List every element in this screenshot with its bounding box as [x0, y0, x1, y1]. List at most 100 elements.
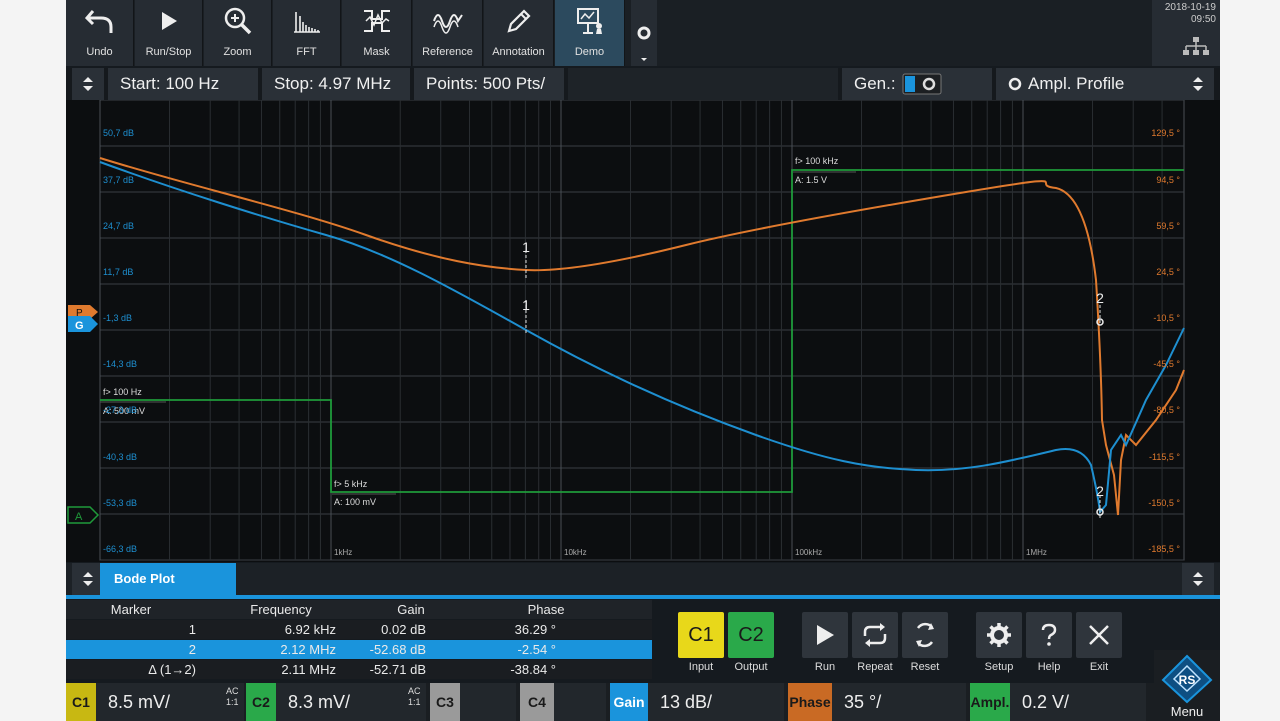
- close-icon: [1089, 625, 1109, 645]
- fft-icon: [293, 12, 320, 33]
- demo-button[interactable]: Demo: [555, 0, 625, 66]
- stop-frequency-field[interactable]: Stop: 4.97 MHz: [262, 68, 410, 100]
- settings-scroll-left[interactable]: [72, 68, 104, 100]
- bode-title-bar: Bode Plot: [66, 563, 1220, 595]
- gain-tag[interactable]: Gain: [610, 683, 648, 721]
- generator-toggle[interactable]: Gen.:: [842, 68, 992, 100]
- ampl-tag-text: A: [75, 511, 83, 523]
- updown-arrows-icon: [1193, 77, 1203, 91]
- cell-marker: 2: [188, 642, 196, 657]
- output-channel-button[interactable]: C2: [728, 612, 774, 658]
- c2-ratio: 1:1: [408, 697, 421, 707]
- gain-offset-tag[interactable]: G: [68, 316, 98, 332]
- amplitude-offset-tag[interactable]: A: [67, 506, 100, 524]
- repeat-button[interactable]: [852, 612, 898, 658]
- marker-2-gain-label: 2: [1096, 483, 1104, 499]
- zoom-button[interactable]: Zoom: [204, 0, 272, 66]
- c1-tag[interactable]: C1: [66, 683, 96, 721]
- clock-area: 2018-10-19 09:50: [1152, 0, 1220, 66]
- run-stop-button[interactable]: Run/Stop: [135, 0, 203, 66]
- undo-button[interactable]: Undo: [66, 0, 134, 66]
- gain-tick-label: 50,7 dB: [103, 128, 134, 138]
- ampl-scale[interactable]: 0.2 V/: [1010, 683, 1146, 721]
- cell-frequency: 6.92 kHz: [284, 622, 336, 637]
- mask-icon: [363, 10, 390, 32]
- radio-icon: [1008, 77, 1022, 91]
- reset-button[interactable]: [902, 612, 948, 658]
- demo-label: Demo: [574, 46, 605, 58]
- more-icon: [637, 26, 651, 61]
- c1-ac: AC: [226, 686, 239, 696]
- profile-label-1-f: f> 100 Hz: [103, 387, 142, 397]
- bode-plot-tab[interactable]: Bode Plot: [100, 563, 236, 595]
- c2-tag[interactable]: C2: [246, 683, 276, 721]
- run-stop-label: Run/Stop: [145, 46, 192, 58]
- c1-scale[interactable]: 8.5 mV/: [96, 683, 244, 721]
- run-button[interactable]: [802, 612, 848, 658]
- points-field[interactable]: Points: 500 Pts/: [414, 68, 564, 100]
- fft-label: FFT: [296, 46, 317, 58]
- reference-label: Reference: [422, 46, 473, 58]
- marker-2-phase-label: 2: [1096, 290, 1104, 306]
- phase-scale[interactable]: 35 °/: [832, 683, 966, 721]
- gain-tick-label: -40,3 dB: [103, 452, 137, 462]
- date-text: 2018-10-19: [1164, 2, 1216, 13]
- table-row[interactable]: Δ (1→2) 2.11 MHz -52.71 dB -38.84 °: [66, 660, 652, 679]
- table-row[interactable]: 1 6.92 kHz 0.02 dB 36.29 °: [66, 620, 652, 639]
- gain-tick-label: 24,7 dB: [103, 221, 134, 231]
- undo-icon: [84, 10, 112, 33]
- c4-tag[interactable]: C4: [520, 683, 554, 721]
- c3-tag[interactable]: C3: [430, 683, 460, 721]
- cell-phase: -2.54 °: [517, 642, 556, 657]
- phase-tick-label: 94,5 °: [1156, 175, 1180, 185]
- repeat-icon: [863, 623, 887, 647]
- ampl-tag[interactable]: Ampl.: [970, 683, 1010, 721]
- gain-scale[interactable]: 13 dB/: [648, 683, 784, 721]
- gain-tag-text: G: [75, 320, 84, 332]
- mask-button[interactable]: Mask: [342, 0, 412, 66]
- c4-scale[interactable]: [554, 683, 606, 721]
- output-channel-tag: C2: [738, 623, 764, 646]
- svg-text:RS: RS: [1179, 673, 1196, 687]
- c3-scale[interactable]: [460, 683, 516, 721]
- ampl-profile-label: Ampl. Profile: [1028, 74, 1125, 93]
- marker-1-gain-label: 1: [522, 297, 530, 313]
- input-channel-button[interactable]: C1: [678, 612, 724, 658]
- exit-button[interactable]: [1076, 612, 1122, 658]
- rs-logo-icon: RS: [1161, 654, 1213, 704]
- amplitude-profile-option[interactable]: Ampl. Profile: [996, 68, 1186, 100]
- settings-scroll-right[interactable]: [1182, 68, 1214, 100]
- bode-plot-area[interactable]: 1 1 2 2 f> 100 Hz A: 500 mV f> 5 kHz A: …: [66, 99, 1220, 562]
- reference-button[interactable]: Reference: [413, 0, 483, 66]
- toggle-switch-icon: [902, 73, 942, 95]
- marker-1-phase-label: 1: [522, 239, 530, 255]
- settings-spacer: [568, 68, 838, 100]
- phase-tag[interactable]: Phase: [788, 683, 832, 721]
- c2-scale[interactable]: 8.3 mV/: [276, 683, 426, 721]
- bode-scroll-right[interactable]: [1182, 563, 1214, 595]
- cell-frequency: 2.12 MHz: [280, 642, 336, 657]
- zoom-label: Zoom: [223, 46, 252, 58]
- annotation-button[interactable]: Annotation: [484, 0, 554, 66]
- time-text: 09:50: [1190, 14, 1216, 25]
- play-icon: [817, 625, 834, 645]
- menu-label: Menu: [1170, 704, 1204, 719]
- c2-ac: AC: [408, 686, 421, 696]
- zoom-icon: [224, 7, 251, 35]
- toolbar-more-button[interactable]: [631, 0, 657, 66]
- reset-icon: [916, 622, 934, 648]
- setup-button[interactable]: [976, 612, 1022, 658]
- menu-button[interactable]: RS Menu: [1154, 650, 1220, 721]
- annotation-label: Annotation: [492, 46, 545, 58]
- start-frequency-field[interactable]: Start: 100 Hz: [108, 68, 258, 100]
- profile-label-3-a: A: 1.5 V: [795, 175, 827, 185]
- undo-label: Undo: [86, 46, 113, 58]
- help-button[interactable]: [1026, 612, 1072, 658]
- table-row-selected[interactable]: 2 2.12 MHz -52.68 dB -2.54 °: [66, 640, 652, 659]
- cell-phase: -38.84 °: [510, 662, 556, 677]
- frequency-tick-label: 10kHz: [564, 548, 587, 557]
- fft-button[interactable]: FFT: [273, 0, 341, 66]
- profile-label-3-f: f> 100 kHz: [795, 156, 839, 166]
- frequency-tick-label: 1kHz: [334, 548, 352, 557]
- play-icon: [161, 12, 177, 30]
